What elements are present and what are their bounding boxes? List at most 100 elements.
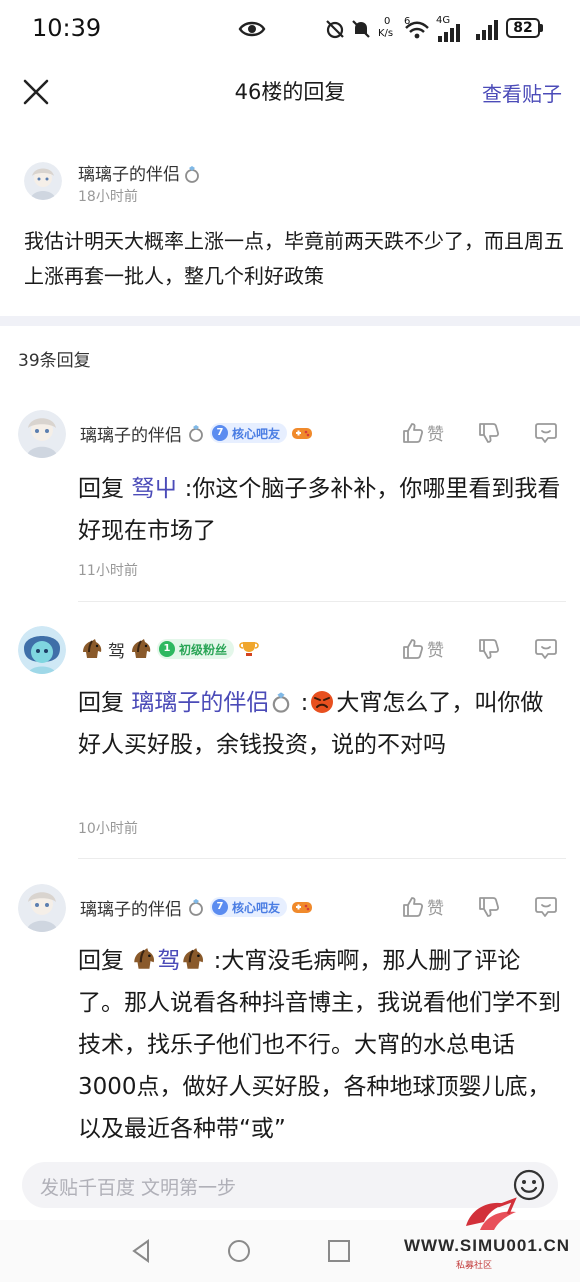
game-controller-icon: [292, 902, 313, 913]
horse-icon: [183, 948, 204, 969]
replies-count: 39条回复: [18, 351, 91, 371]
reply-item: 驾 1 初级粉丝 赞 回复 璃璃子的伴侣 : 大宵怎么了，叫你做好人买好股，余钱投资…: [0, 622, 580, 859]
reply-prefix: 回复: [78, 476, 124, 502]
like-button[interactable]: 赞: [402, 894, 444, 919]
level-badge: 1 初级粉丝: [157, 639, 235, 659]
circle-home-icon: [228, 1240, 250, 1262]
reply-actions: 赞: [402, 420, 558, 445]
signal-4g-icon: [438, 24, 460, 42]
square-recents-icon: [328, 1240, 350, 1262]
signal-icon: [476, 20, 498, 40]
battery-indicator: 82: [506, 18, 540, 38]
watermark-sub: 私募社区: [456, 1261, 493, 1271]
reply-body: 回复 驽屮 :你这个脑子多补补，你哪里看到我看好现在市场了: [78, 468, 564, 552]
level-number: 7: [212, 425, 228, 441]
level-title: 核心吧友: [232, 900, 281, 915]
post-body: 我估计明天大概率上涨一点，毕竟前两天跌不少了，而且周五上涨再套一批人，整几个利好…: [24, 229, 564, 288]
comment-button[interactable]: [534, 896, 558, 918]
reply-separator: [78, 601, 566, 602]
avatar[interactable]: [18, 410, 66, 458]
trophy-icon: [239, 642, 259, 656]
dislike-button[interactable]: [478, 422, 500, 444]
mute-icon: [352, 20, 370, 38]
level-title: 核心吧友: [232, 426, 281, 441]
alarm-off-icon: [326, 20, 344, 39]
like-label: 赞: [427, 425, 444, 445]
reply-header: 璃璃子的伴侣 7 核心吧友: [80, 894, 313, 920]
like-label: 赞: [427, 641, 444, 661]
status-time: 10:39: [32, 14, 102, 42]
reply-actions: 赞: [402, 636, 558, 661]
wifi-icon: [405, 21, 429, 39]
mention-link[interactable]: 璃璃子的伴侣: [131, 690, 293, 716]
post-time: 18小时前: [78, 189, 138, 205]
reply-time: 10小时前: [78, 821, 138, 837]
net-speed-value: 0: [384, 16, 391, 27]
reply-time: 11小时前: [78, 563, 138, 579]
reply-separator: [78, 858, 566, 859]
ring-icon: [189, 425, 203, 442]
like-label: 赞: [427, 899, 444, 919]
reply-body: 回复 驾 :大宵没毛病啊，那人删了评论了。那人说看各种抖音博主，我说看他们学不到…: [78, 940, 564, 1150]
recents-nav-button[interactable]: [326, 1238, 352, 1268]
ring-icon: [185, 166, 199, 183]
reply-prefix: 回复: [78, 690, 124, 716]
dislike-button[interactable]: [478, 638, 500, 660]
like-button[interactable]: 赞: [402, 420, 444, 445]
avatar[interactable]: [18, 884, 66, 932]
watermark-logo: [466, 1197, 517, 1230]
net-speed-unit: K/s: [378, 28, 394, 39]
watermark: WWW.SIMU001.CN 私募社区: [400, 1196, 576, 1280]
mention-link[interactable]: 驽屮: [131, 476, 177, 502]
horse-icon: [132, 639, 151, 658]
back-nav-button[interactable]: [128, 1238, 154, 1268]
reply-item: 璃璃子的伴侣 7 核心吧友 赞 回复 驽屮 :你这个脑子多补补，你哪里看到我看好现…: [0, 406, 580, 602]
header: 46楼的回复 查看贴子: [0, 62, 580, 122]
thumbs-up-icon: [403, 422, 424, 443]
avatar[interactable]: [24, 162, 62, 200]
triangle-back-icon: [132, 1239, 149, 1263]
level-number: 7: [212, 899, 228, 915]
thumbs-down-icon: [479, 896, 500, 917]
thumbs-up-icon: [403, 896, 424, 917]
thumbs-up-icon: [403, 638, 424, 659]
ring-icon: [189, 899, 203, 916]
reply-header: 驾 1 初级粉丝: [80, 636, 260, 662]
mention-text: 驾: [157, 948, 181, 974]
game-controller-icon: [292, 428, 313, 439]
mention-link[interactable]: 驾: [131, 948, 206, 974]
reply-item: 璃璃子的伴侣 7 核心吧友 赞 回复 驾 :大宵没毛病啊，那人删了评论了。那人说看…: [0, 880, 580, 1150]
reply-author-name[interactable]: 璃璃子的伴侣: [80, 895, 182, 920]
level-badge: 7 核心吧友: [210, 897, 288, 917]
thumbs-down-icon: [479, 638, 500, 659]
thumbs-down-icon: [479, 422, 500, 443]
level-number: 1: [159, 641, 175, 657]
status-bar: 10:39 0 K/s 6 4G 82: [0, 0, 580, 58]
reply-actions: 赞: [402, 894, 558, 919]
comment-icon: [535, 422, 557, 443]
angry-face-icon: [311, 691, 334, 713]
horse-icon: [83, 639, 102, 658]
status-icons: 0 K/s 6 4G 82: [238, 14, 558, 44]
section-divider: [0, 316, 580, 326]
reply-prefix: 回复: [78, 948, 124, 974]
level-badge: 7 核心吧友: [210, 423, 288, 443]
dislike-button[interactable]: [478, 896, 500, 918]
comment-button[interactable]: [534, 422, 558, 444]
author-name-text: 璃璃子的伴侣: [78, 165, 180, 185]
home-nav-button[interactable]: [226, 1238, 252, 1268]
comment-button[interactable]: [534, 638, 558, 660]
avatar[interactable]: [18, 626, 66, 674]
eye-icon: [238, 21, 266, 37]
horse-icon: [134, 948, 155, 969]
mention-text: 璃璃子的伴侣: [131, 690, 270, 716]
reply-header: 璃璃子的伴侣 7 核心吧友: [80, 420, 313, 446]
reply-body: 回复 璃璃子的伴侣 : 大宵怎么了，叫你做好人买好股，余钱投资，说的不对吗: [78, 690, 544, 758]
reply-author-name[interactable]: 驾: [108, 637, 125, 662]
view-post-link[interactable]: 查看贴子: [482, 78, 562, 107]
input-placeholder: 发贴千百度 文明第一步: [40, 1177, 237, 1199]
author-name[interactable]: 璃璃子的伴侣: [78, 160, 202, 185]
comment-icon: [535, 638, 557, 659]
like-button[interactable]: 赞: [402, 636, 444, 661]
reply-author-name[interactable]: 璃璃子的伴侣: [80, 421, 182, 446]
